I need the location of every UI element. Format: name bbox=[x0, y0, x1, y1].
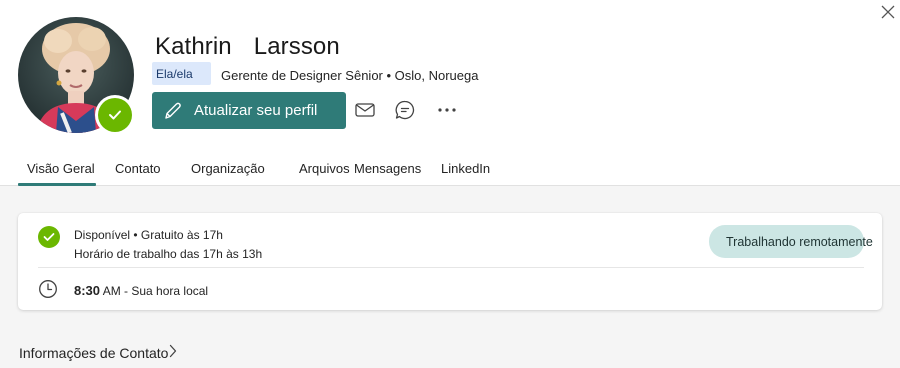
working-hours-text: Horário de trabalho das 17h às 13h bbox=[74, 247, 263, 261]
update-profile-label: Atualizar seu perfil bbox=[194, 102, 318, 119]
working-remotely-pill[interactable]: Trabalhando remotamente bbox=[709, 225, 873, 258]
contact-info-section[interactable]: Informações de Contato bbox=[19, 344, 178, 361]
local-time-suffix: AM - Sua hora local bbox=[100, 284, 209, 298]
email-button[interactable] bbox=[352, 97, 378, 123]
checkmark-icon bbox=[109, 110, 121, 120]
checkmark-icon bbox=[43, 233, 55, 241]
availability-text: Disponível • Gratuito às 17h bbox=[74, 228, 223, 242]
pencil-icon bbox=[165, 102, 181, 119]
mail-icon bbox=[355, 103, 375, 117]
more-icon bbox=[438, 108, 456, 112]
tab-files[interactable]: Arquivos bbox=[299, 161, 350, 176]
pronouns-badge: Ela/ela bbox=[152, 62, 211, 85]
tab-contact[interactable]: Contato bbox=[115, 161, 161, 176]
tab-organization[interactable]: Organização bbox=[191, 161, 265, 176]
profile-header: Kathrin Larsson Ela/ela Gerente de Design… bbox=[0, 0, 900, 186]
update-profile-button[interactable]: Atualizar seu perfil bbox=[152, 92, 346, 129]
presence-badge bbox=[95, 95, 135, 135]
last-name: Larsson bbox=[253, 33, 340, 60]
clock-icon bbox=[39, 280, 57, 298]
tab-overview[interactable]: Visão Geral bbox=[27, 161, 95, 176]
tab-linkedin[interactable]: LinkedIn bbox=[441, 161, 490, 176]
first-name: Kathrin bbox=[155, 33, 232, 60]
close-icon bbox=[881, 5, 895, 19]
tab-selected-indicator bbox=[18, 183, 96, 186]
chevron-right-icon bbox=[170, 344, 177, 358]
divider bbox=[38, 267, 864, 268]
close-button[interactable] bbox=[878, 2, 898, 22]
profile-tabs: Visão Geral Contato Organização Arquivos… bbox=[0, 152, 900, 186]
job-title-location: Gerente de Designer Sênior • Oslo, Norue… bbox=[221, 68, 479, 83]
profile-name: Kathrin Larsson bbox=[155, 33, 340, 61]
local-time: 8:30 AM - Sua hora local bbox=[74, 283, 208, 298]
chat-icon bbox=[395, 100, 415, 120]
working-remotely-label: Trabalhando remotamente bbox=[726, 234, 873, 249]
local-time-value: 8:30 bbox=[74, 283, 101, 298]
tab-messages[interactable]: Mensagens bbox=[354, 161, 421, 176]
contact-info-title: Informações de Contato bbox=[19, 345, 169, 361]
more-options-button[interactable] bbox=[434, 97, 460, 123]
chat-button[interactable] bbox=[392, 97, 418, 123]
available-status-icon bbox=[38, 226, 60, 248]
